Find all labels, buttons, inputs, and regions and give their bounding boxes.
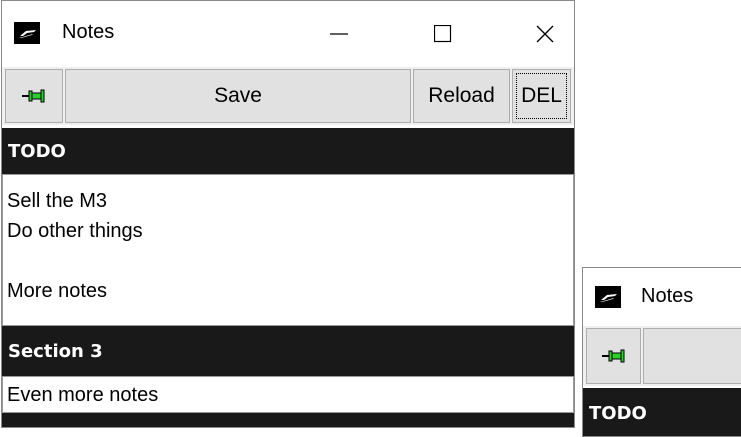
section-notes-area[interactable]: Sell the M3 Do other things More notes	[2, 174, 574, 326]
note-line: Sell the M3	[7, 190, 108, 212]
section-header: TODO	[2, 128, 574, 174]
note-line: Even more notes	[7, 384, 159, 406]
pin-icon	[22, 89, 45, 103]
toolbar: Save Reload DEL	[2, 67, 574, 125]
section-header: Section 3	[2, 326, 574, 376]
save-button[interactable]: Save	[65, 69, 411, 123]
app-logo-icon	[14, 22, 40, 44]
pin-button[interactable]	[5, 69, 63, 123]
maximize-icon	[434, 25, 452, 43]
minimize-icon	[330, 33, 348, 35]
note-line	[7, 246, 573, 276]
delete-button[interactable]: DEL	[512, 69, 571, 123]
section-header: TODO	[583, 388, 741, 436]
note-line: More notes	[7, 280, 108, 302]
notes-window: Notes Save Reload DEL TODO Sell the M3 D…	[1, 0, 575, 428]
maximize-button[interactable]	[412, 1, 472, 65]
save-button[interactable]	[643, 328, 741, 384]
note-line: Do other things	[7, 220, 143, 242]
pin-icon	[601, 349, 624, 363]
window-title: Notes	[641, 285, 694, 307]
toolbar	[583, 326, 741, 386]
app-logo-icon	[595, 286, 621, 308]
close-icon	[536, 25, 554, 43]
notes-window-secondary: Notes TODO	[582, 267, 741, 437]
close-button[interactable]	[514, 1, 574, 65]
title-bar[interactable]: Notes	[583, 268, 741, 326]
minimize-button[interactable]	[308, 1, 368, 65]
reload-button[interactable]: Reload	[413, 69, 510, 123]
section-notes-area[interactable]: Even more notes	[2, 376, 574, 413]
section-header-partial	[2, 413, 574, 427]
title-bar[interactable]: Notes	[2, 1, 574, 65]
window-title: Notes	[62, 21, 115, 43]
pin-button[interactable]	[586, 328, 641, 384]
